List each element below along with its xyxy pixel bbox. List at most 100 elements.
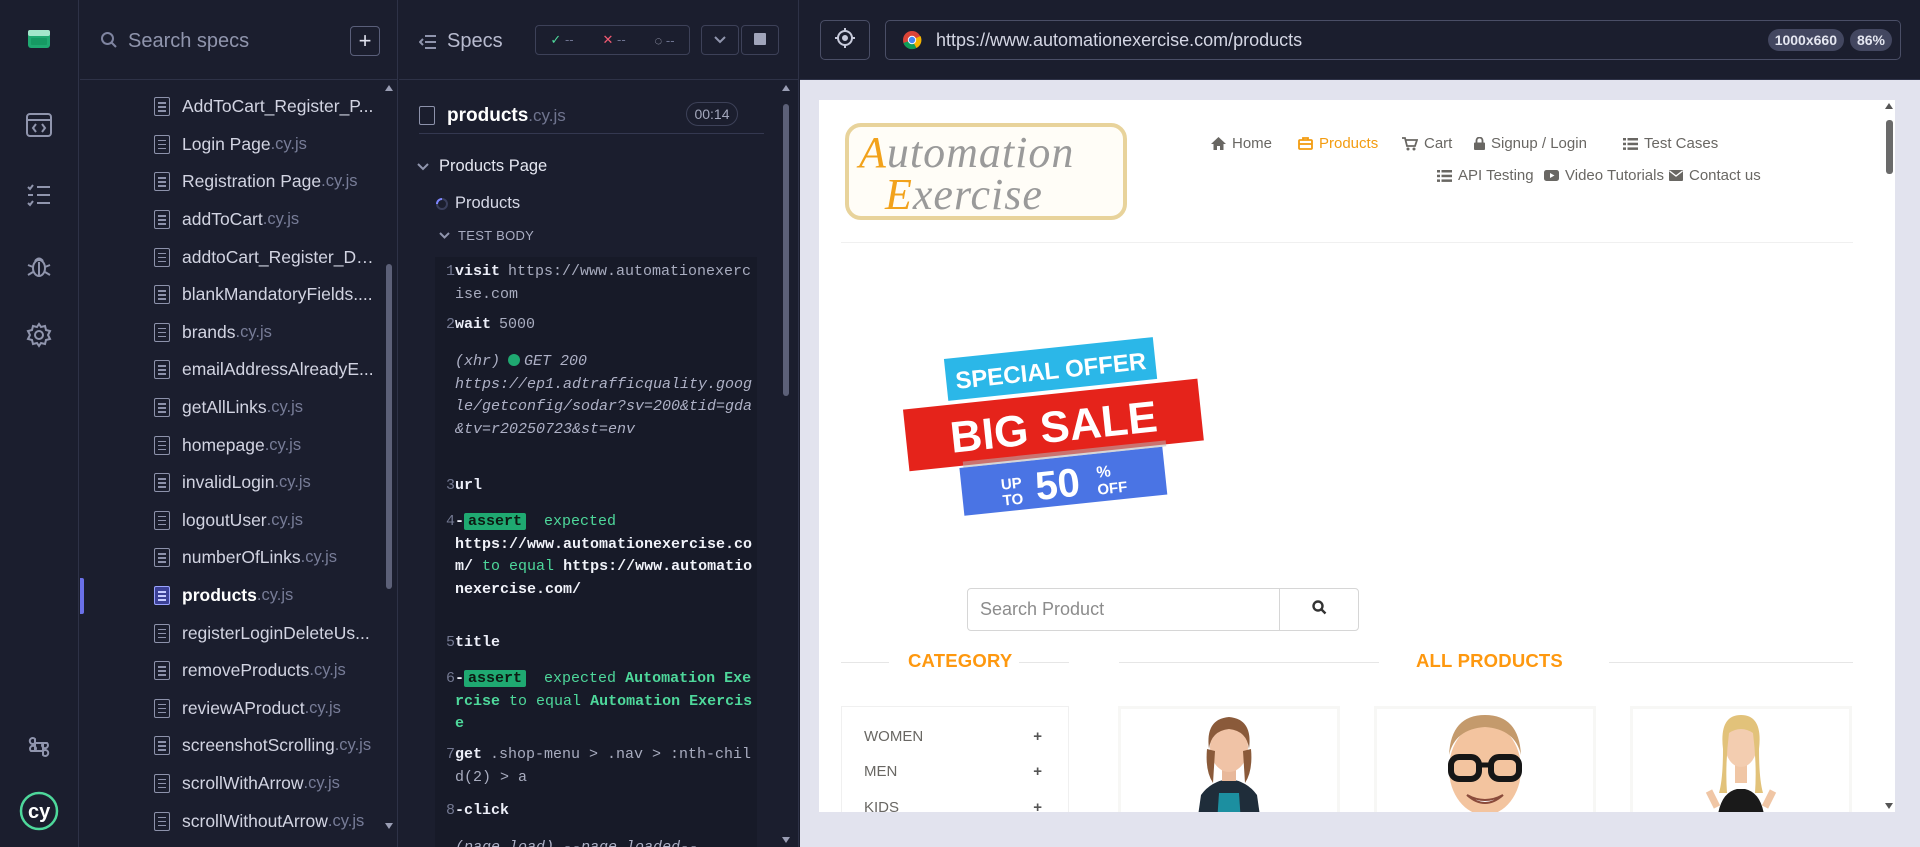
cypress-logo-icon[interactable]: cy [18, 790, 60, 832]
file-icon [154, 97, 170, 117]
spec-file-item[interactable]: reviewAProduct .cy.js [80, 690, 380, 728]
aut-iframe: Automation Exercise Home Products Cart S… [819, 100, 1895, 812]
spec-file-name: addToCart [182, 209, 263, 230]
nav-contact-us[interactable]: Contact us [1669, 167, 1761, 184]
svg-text:cy: cy [28, 801, 51, 823]
spec-file-item[interactable]: scrollWithoutArrow .cy.js [80, 802, 380, 840]
spec-file-item[interactable]: emailAddressAlreadyE... [80, 351, 380, 389]
spec-file-item[interactable]: Login Page .cy.js [80, 126, 380, 164]
spec-file-item[interactable]: homepage .cy.js [80, 426, 380, 464]
site-logo[interactable]: Automation Exercise [845, 123, 1127, 220]
menu-collapse-icon [419, 34, 437, 50]
cypress-app-icon[interactable] [22, 22, 56, 56]
selector-playground-button[interactable] [820, 20, 870, 60]
banner-percent-sign: % [1096, 463, 1112, 481]
settings-icon[interactable] [22, 318, 56, 352]
specs-toggle[interactable]: Specs [419, 30, 503, 53]
file-icon [154, 398, 170, 418]
nav-products[interactable]: Products [1298, 135, 1378, 152]
spec-file-ext: .cy.js [304, 698, 341, 717]
toggle-auto-scroll-button[interactable] [701, 25, 739, 55]
spec-file-name: emailAddressAlreadyE... [182, 359, 374, 380]
header-divider [841, 242, 1853, 243]
spec-file-item[interactable]: screenshotScrolling .cy.js [80, 727, 380, 765]
keyboard-shortcuts-icon[interactable] [22, 730, 56, 764]
crosshair-icon [834, 27, 856, 54]
products-icon [1298, 137, 1313, 150]
reporter-header: Specs ✓ -- ✕ -- ◌ -- [399, 0, 798, 80]
aut-scrollbar[interactable] [1883, 100, 1895, 812]
nav-home[interactable]: Home [1211, 135, 1272, 152]
spec-file-ext: .cy.js [266, 510, 304, 529]
category-kids[interactable]: KIDS + [864, 799, 1042, 812]
spec-file-item[interactable]: removeProducts .cy.js [80, 652, 380, 690]
file-icon [154, 736, 170, 756]
test-row[interactable]: Products [435, 194, 520, 213]
stop-button[interactable] [741, 25, 779, 55]
spec-file-item[interactable]: blankMandatoryFields.... [80, 276, 380, 314]
nav-video-tutorials[interactable]: Video Tutorials [1544, 167, 1664, 184]
file-icon [154, 247, 170, 267]
spinner-icon: ◌ [654, 32, 663, 48]
suite-row[interactable]: Products Page [417, 157, 547, 176]
test-stats: ✓ -- ✕ -- ◌ -- [535, 25, 690, 55]
search-product-button[interactable] [1279, 588, 1359, 631]
nav-test-cases[interactable]: Test Cases [1623, 135, 1718, 152]
spec-file-item[interactable]: registerLoginDeleteUs... [80, 614, 380, 652]
spec-file-item[interactable]: addToCart .cy.js [80, 201, 380, 239]
spec-file-name: Registration Page [182, 171, 322, 192]
pending-count: ◌ -- [654, 32, 675, 48]
special-offer-banner: SPECIAL OFFER BIG SALE UP TO 50 % OFF [902, 337, 1204, 516]
cart-icon [1402, 136, 1418, 151]
cypress-app: cy + AddToCart_Register_P...Login Page.c… [0, 0, 1920, 847]
spec-file-item[interactable]: invalidLogin .cy.js [80, 464, 380, 502]
spec-file-name: products [447, 104, 529, 126]
specs-search-bar: + [80, 0, 397, 80]
spec-file-item[interactable]: logoutUser .cy.js [80, 502, 380, 540]
spec-file-list: AddToCart_Register_P... Login Page .cy.js R… [80, 88, 380, 840]
spec-file-ext: .cy.js [334, 736, 372, 755]
aut-scrollbar-thumb[interactable] [1886, 120, 1893, 174]
category-men[interactable]: MEN + [864, 763, 1042, 780]
search-product-input[interactable] [967, 588, 1280, 631]
nav-api-testing[interactable]: API Testing [1437, 167, 1534, 184]
product-card[interactable] [1118, 706, 1340, 812]
aut-panel: https://www.automationexercise.com/produ… [800, 0, 1920, 847]
passed-count: ✓ -- [550, 32, 574, 47]
specs-icon[interactable] [22, 108, 56, 142]
new-spec-button[interactable]: + [350, 26, 380, 56]
debug-icon[interactable] [22, 249, 56, 283]
spec-file-ext: .cy.js [327, 811, 365, 830]
file-icon [154, 586, 170, 606]
specs-scrollbar[interactable] [384, 84, 394, 830]
url-bar[interactable]: https://www.automationexercise.com/produ… [885, 20, 1901, 60]
product-card[interactable] [1630, 706, 1852, 812]
reporter-scrollbar-thumb[interactable] [783, 104, 789, 396]
spec-file-item[interactable]: brands .cy.js [80, 314, 380, 352]
category-women[interactable]: WOMEN + [864, 728, 1042, 745]
spec-file-name: addtoCart_Register_De... [182, 246, 380, 267]
spec-file-item[interactable]: AddToCart_Register_P... [80, 88, 380, 126]
spec-file-item[interactable]: addtoCart_Register_De... [80, 238, 380, 276]
product-card[interactable] [1374, 706, 1596, 812]
icon-rail: cy [0, 0, 79, 847]
runs-icon[interactable] [22, 178, 56, 212]
file-icon [154, 322, 170, 342]
specs-scrollbar-thumb[interactable] [386, 264, 392, 589]
spec-file-item[interactable]: products .cy.js [80, 577, 380, 615]
nav-cart[interactable]: Cart [1402, 135, 1452, 152]
spec-file-item[interactable]: scrollWithArrow .cy.js [80, 765, 380, 803]
reporter-scrollbar[interactable] [780, 84, 792, 844]
spec-file-item[interactable]: numberOfLinks .cy.js [80, 539, 380, 577]
viewport-size-badge[interactable]: 1000x660 [1767, 29, 1844, 51]
check-icon: ✓ [550, 32, 562, 47]
spec-file-item[interactable]: getAllLinks .cy.js [80, 389, 380, 427]
nav-signup-login[interactable]: Signup / Login [1474, 135, 1587, 152]
plus-icon: + [1033, 763, 1042, 780]
search-specs-input[interactable] [128, 26, 348, 56]
zoom-badge[interactable]: 86% [1849, 29, 1892, 51]
test-body-header[interactable]: TEST BODY [439, 228, 534, 243]
spec-file-item[interactable]: Registration Page .cy.js [80, 163, 380, 201]
list-icon [1623, 137, 1638, 150]
test-title: Products [455, 194, 521, 212]
